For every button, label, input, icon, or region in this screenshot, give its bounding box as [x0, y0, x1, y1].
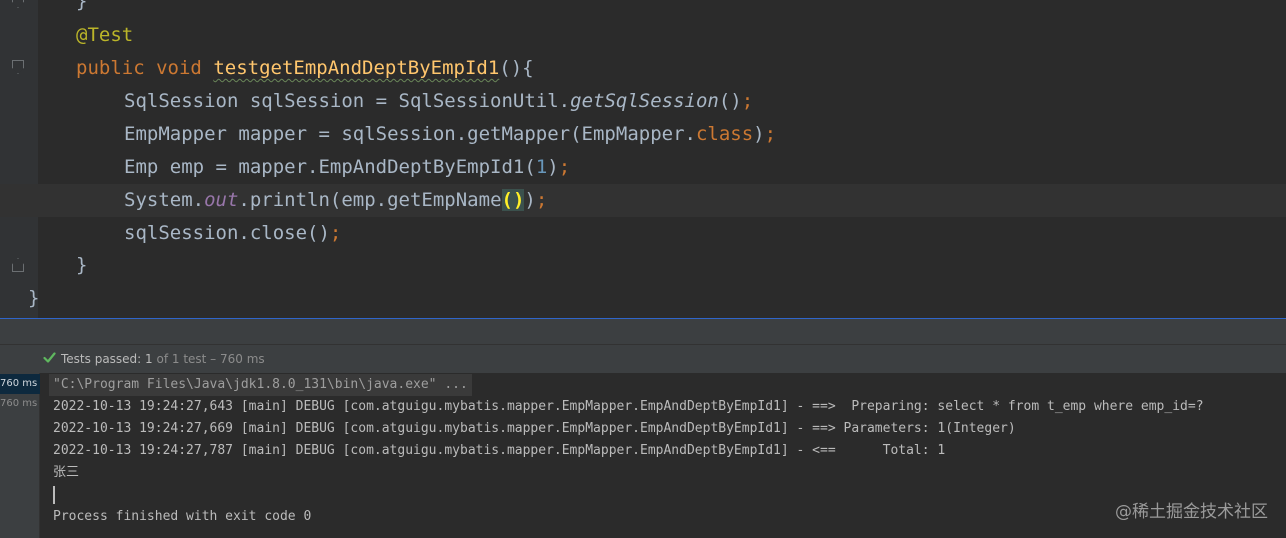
code-line[interactable]: public void testgetEmpAndDeptByEmpId1(){ [0, 52, 1286, 85]
code-line-current[interactable]: System.out.println(emp.getEmpName()); [0, 184, 1286, 217]
text-cursor [53, 486, 55, 504]
test-annotation: @Test [76, 24, 134, 46]
code-token: sqlSession.close() [124, 222, 330, 244]
console-log-line: 2022-10-13 19:24:27,643 [main] DEBUG [co… [53, 399, 1204, 414]
test-status-bar: Tests passed: 1 of 1 test – 760 ms [0, 344, 1286, 373]
code-line[interactable]: } [0, 282, 1286, 315]
code-token: ) [524, 189, 536, 211]
code-line[interactable]: } [0, 249, 1286, 282]
semicolon: ; [329, 222, 342, 244]
watermark: @稀土掘金技术社区 [1115, 502, 1268, 522]
closing-brace: } [28, 287, 40, 309]
matched-parens: () [501, 189, 525, 211]
statement: EmpMapper mapper = sqlSession.getMapper(… [124, 118, 776, 151]
code-editor[interactable]: } @Test public void testgetEmpAndDeptByE… [0, 0, 1286, 318]
keyword-public: public [76, 57, 145, 79]
code-line[interactable]: SqlSession sqlSession = SqlSessionUtil.g… [0, 85, 1286, 118]
console-log-line: 2022-10-13 19:24:27,669 [main] DEBUG [co… [53, 421, 1016, 436]
code-token: .println(emp.getEmpName [238, 189, 502, 211]
code-token: Emp emp = mapper.EmpAndDeptByEmpId1( [124, 156, 536, 178]
test-status-text: Tests passed: 1 of 1 test – 760 ms [61, 352, 265, 366]
code-token: ) [547, 156, 559, 178]
number-literal: 1 [535, 156, 548, 178]
code-line[interactable]: } [0, 0, 1286, 18]
method-signature: public void testgetEmpAndDeptByEmpId1(){ [76, 52, 534, 85]
code-token: ) [753, 123, 765, 145]
code-token: () [718, 90, 742, 112]
test-tree: 760 ms 760 ms [0, 373, 40, 538]
console-output[interactable]: "C:\Program Files\Java\jdk1.8.0_131\bin\… [40, 373, 1286, 538]
code-line[interactable]: sqlSession.close(); [0, 217, 1286, 250]
statement: Emp emp = mapper.EmpAndDeptByEmpId1(1); [124, 151, 570, 184]
console-log-line: 2022-10-13 19:24:27,787 [main] DEBUG [co… [53, 443, 946, 458]
method-params: (){ [499, 57, 534, 79]
statement: SqlSession sqlSession = SqlSessionUtil.g… [124, 85, 753, 118]
console-command-line[interactable]: "C:\Program Files\Java\jdk1.8.0_131\bin\… [49, 374, 472, 396]
status-suffix: of 1 test – 760 ms [152, 352, 265, 366]
checkmark-icon [43, 352, 56, 363]
test-tree-item-root[interactable]: 760 ms [0, 374, 40, 394]
static-field: out [204, 189, 239, 211]
code-line[interactable]: @Test [0, 19, 1286, 52]
semicolon: ; [535, 189, 548, 211]
code-token: EmpMapper mapper = sqlSession.getMapper(… [124, 123, 696, 145]
keyword-void: void [156, 57, 202, 79]
static-method-call: getSqlSession [570, 90, 719, 112]
console-exit-line: Process finished with exit code 0 [53, 509, 312, 524]
code-token: System. [124, 189, 205, 211]
semicolon: ; [764, 123, 777, 145]
code-line[interactable]: Emp emp = mapper.EmpAndDeptByEmpId1(1); [0, 151, 1286, 184]
semicolon: ; [558, 156, 571, 178]
panel-splitter[interactable] [0, 318, 1286, 344]
semicolon: ; [741, 90, 754, 112]
code-line[interactable]: EmpMapper mapper = sqlSession.getMapper(… [0, 118, 1286, 151]
statement: sqlSession.close(); [124, 217, 341, 250]
code-token: SqlSession sqlSession = SqlSessionUtil. [124, 90, 571, 112]
console-program-output: 张三 [53, 465, 80, 480]
test-tree-item-method[interactable]: 760 ms [0, 394, 40, 414]
keyword-class: class [695, 123, 754, 145]
closing-brace: } [76, 254, 88, 276]
closing-brace: } [76, 0, 88, 12]
status-label: Tests passed: [61, 352, 146, 366]
method-name[interactable]: testgetEmpAndDeptByEmpId1 [213, 57, 499, 79]
status-count: 1 [145, 352, 153, 366]
statement: System.out.println(emp.getEmpName()); [124, 184, 547, 217]
